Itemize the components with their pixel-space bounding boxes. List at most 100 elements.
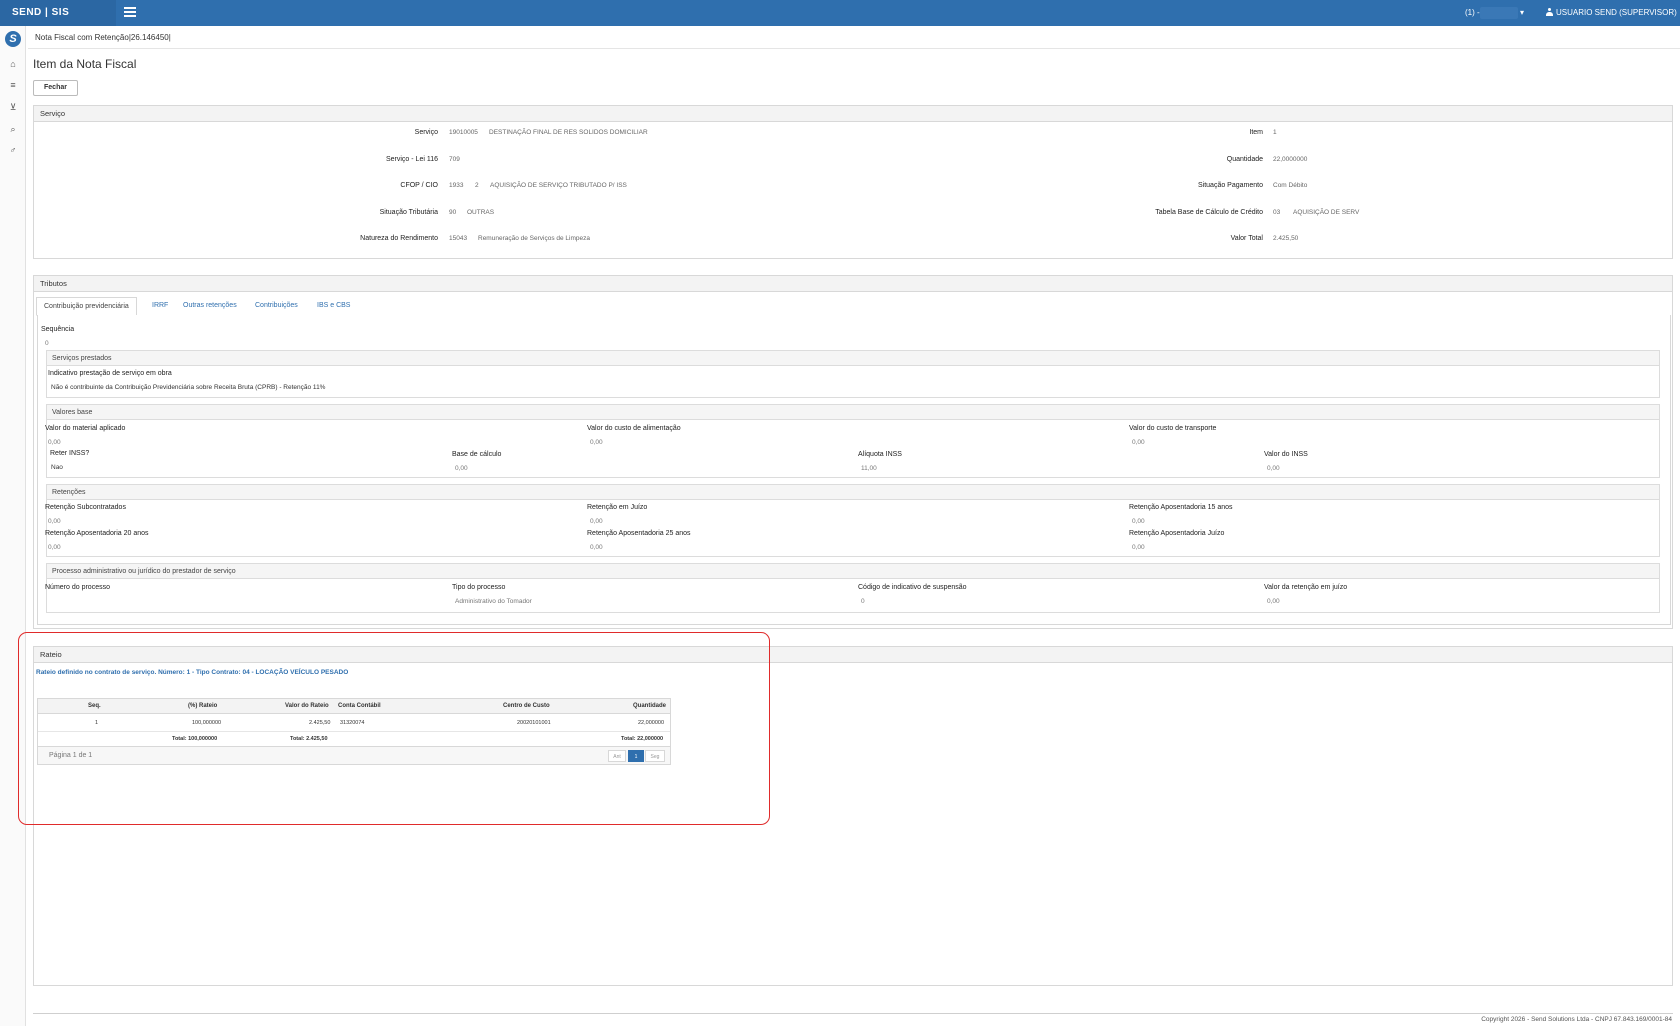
home-icon[interactable]: ⌂ [6, 57, 20, 71]
rateio-highlight-box [18, 632, 770, 825]
situacao-tributaria-code: 90 [449, 209, 457, 216]
breadcrumb: Nota Fiscal com Retenção|26.146450| [35, 33, 171, 42]
valor-material-label: Valor do material aplicado [45, 425, 126, 432]
cfop-code: 1933 [449, 182, 464, 189]
situacao-pagamento-value: Com Débito [1273, 182, 1308, 189]
retencao-aposentadoria-15-value: 0,00 [1132, 518, 1145, 525]
tributos-heading: Tributos [34, 276, 1672, 292]
base-calculo-value: 0,00 [455, 465, 468, 472]
retencao-aposentadoria-25-label: Retenção Aposentadoria 25 anos [587, 530, 691, 537]
natureza-rendimento-desc: Remuneração de Serviços de Limpeza [478, 235, 591, 242]
tabela-base-calculo-value: 03 [1273, 209, 1281, 216]
company-caret-icon[interactable]: ▾ [1520, 0, 1524, 26]
valor-retencao-juizo-value: 0,00 [1267, 598, 1280, 605]
user-name: USUARIO SEND (SUPERVISOR) [1556, 8, 1677, 17]
footer-copyright: Copyright 2026 - Send Solutions Ltda - C… [1481, 1016, 1672, 1023]
natureza-rendimento-code: 15043 [449, 235, 468, 242]
situacao-pagamento-label: Situação Pagamento [1198, 182, 1263, 189]
valor-total-value: 2.425,50 [1273, 235, 1299, 242]
valor-material-value: 0,00 [48, 439, 61, 446]
app-logo-icon[interactable]: S [5, 31, 21, 47]
user-menu[interactable]: USUARIO SEND (SUPERVISOR) ▾ [1546, 0, 1680, 43]
cfop-desc: AQUISIÇÃO DE SERVIÇO TRIBUTADO P/ ISS [490, 182, 627, 189]
processo-heading: Processo administrativo ou jurídico do p… [47, 564, 1659, 579]
quantidade-value: 22,0000000 [1273, 156, 1308, 163]
reter-inss-value[interactable]: Nao [51, 464, 63, 471]
situacao-tributaria-desc: OUTRAS [467, 209, 495, 216]
servico-desc: DESTINAÇÃO FINAL DE RES SOLIDOS DOMICILI… [489, 129, 648, 136]
custo-transporte-value: 0,00 [1132, 439, 1145, 446]
retencao-subcontratados-value: 0,00 [48, 518, 61, 525]
aliquota-inss-label: Alíquota INSS [858, 451, 902, 458]
retencoes-panel: Retenções [46, 484, 1660, 557]
servico-lei116-label: Serviço - Lei 116 [385, 156, 438, 163]
indicativo-obra-label: Indicativo prestação de serviço em obra [48, 370, 172, 377]
retencao-aposentadoria-20-value: 0,00 [48, 544, 61, 551]
reter-inss-label: Reter INSS? [50, 450, 90, 457]
numero-processo-label: Número do processo [45, 584, 110, 591]
top-navbar: SEND | SIS (1) - ▾ USUARIO SEND (SUPERVI… [0, 0, 1680, 43]
servico-code: 19010005 [449, 129, 478, 136]
tabela-base-calculo-label: Tabela Base de Cálculo de Crédito [1155, 209, 1263, 216]
brand-logo[interactable]: SEND | SIS [0, 0, 116, 26]
retencao-aposentadoria-juizo-label: Retenção Aposentadoria Juízo [1129, 530, 1225, 537]
retencao-juizo-value: 0,00 [590, 518, 603, 525]
retencao-aposentadoria-15-label: Retenção Aposentadoria 15 anos [1129, 504, 1233, 511]
situacao-tributaria-label: Situação Tributária [379, 209, 438, 216]
retencao-aposentadoria-20-label: Retenção Aposentadoria 20 anos [45, 530, 149, 537]
servico-label: Serviço [414, 129, 438, 136]
company-selector[interactable]: (1) - [1465, 0, 1480, 26]
retencoes-heading: Retenções [47, 485, 1659, 500]
servicos-prestados-heading: Serviços prestados [47, 351, 1659, 366]
base-calculo-label: Base de cálculo [452, 451, 502, 458]
item-label: Item [1249, 129, 1263, 136]
tab-irrf[interactable]: IRRF [145, 297, 175, 316]
cfop-code2: 2 [475, 182, 479, 189]
item-value: 1 [1273, 129, 1277, 136]
indicativo-obra-value: Não é contribuinte da Contribuição Previ… [51, 384, 326, 391]
tabela-base-calculo-desc: AQUISIÇÃO DE SERV [1293, 209, 1360, 216]
close-button[interactable]: Fechar [33, 80, 78, 96]
list-icon[interactable]: ≡ [6, 78, 20, 92]
valor-retencao-juizo-label: Valor da retenção em juízo [1264, 584, 1348, 591]
valor-inss-value: 0,00 [1267, 465, 1280, 472]
menu-toggle-icon[interactable] [124, 7, 136, 17]
servico-heading: Serviço [34, 106, 1672, 122]
tab-outras-retencoes[interactable]: Outras retenções [176, 297, 244, 316]
retencao-juizo-label: Retenção em Juízo [587, 504, 648, 511]
custo-alimentacao-label: Valor do custo de alimentação [587, 425, 681, 432]
cart-icon[interactable]: ⊻ [6, 100, 20, 114]
retencao-aposentadoria-juizo-value: 0,00 [1132, 544, 1145, 551]
cfop-label: CFOP / CIO [400, 182, 438, 189]
codigo-suspensao-value: 0 [861, 598, 865, 605]
tipo-processo-label: Tipo do processo [452, 584, 506, 591]
retencao-aposentadoria-25-value: 0,00 [590, 544, 603, 551]
natureza-rendimento-label: Natureza do Rendimento [360, 235, 438, 242]
user-caret-icon: ▾ [1546, 34, 1551, 43]
footer-divider [33, 1013, 1673, 1014]
aliquota-inss-value: 11,00 [861, 465, 877, 472]
tab-contribuicoes[interactable]: Contribuições [248, 297, 305, 316]
user-icon [1546, 8, 1553, 16]
company-name-redacted [1480, 7, 1518, 19]
side-rail: S ⌂ ≡ ⊻ ⌕ ♂ [0, 26, 26, 1026]
tab-ibs-cbs[interactable]: IBS e CBS [310, 297, 357, 316]
quantidade-label: Quantidade [1226, 156, 1263, 163]
custo-transporte-label: Valor do custo de transporte [1129, 425, 1217, 432]
search-icon[interactable]: ⌕ [6, 122, 20, 136]
valor-inss-label: Valor do INSS [1264, 451, 1308, 458]
thumbs-up-icon[interactable]: ♂ [6, 143, 20, 157]
processo-panel: Processo administrativo ou jurídico do p… [46, 563, 1660, 613]
retencao-subcontratados-label: Retenção Subcontratados [45, 504, 126, 511]
codigo-suspensao-label: Código de indicativo de suspensão [858, 584, 967, 591]
servico-lei116-code: 709 [449, 156, 460, 163]
sequencia-value: 0 [45, 340, 49, 347]
valor-total-label: Valor Total [1230, 235, 1263, 242]
tipo-processo-value: Administrativo do Tomador [455, 598, 532, 605]
custo-alimentacao-value: 0,00 [590, 439, 603, 446]
valores-base-heading: Valores base [47, 405, 1659, 420]
breadcrumb-divider [28, 48, 1680, 49]
tab-contribuicao-previdenciaria[interactable]: Contribuição previdenciária [36, 297, 137, 316]
page-title: Item da Nota Fiscal [33, 57, 137, 71]
sequencia-label: Sequência [41, 326, 75, 333]
